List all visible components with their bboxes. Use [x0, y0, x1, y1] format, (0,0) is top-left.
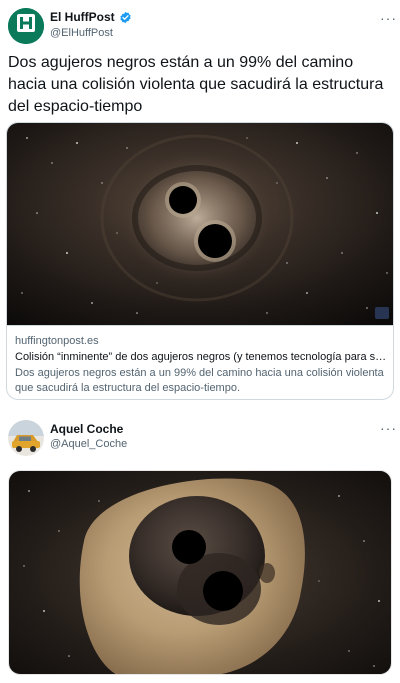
more-options-icon[interactable]: ···	[380, 420, 397, 436]
more-options-icon[interactable]: ···	[380, 10, 397, 26]
author-handle[interactable]: @Aquel_Coche	[50, 438, 127, 450]
aquel-coche-avatar[interactable]	[8, 420, 44, 456]
tweet-huffpost: El HuffPost @ElHuffPost ··· Dos agujeros…	[0, 0, 400, 412]
tweet-text: Dos agujeros negros están a un 99% del c…	[8, 54, 384, 115]
tweet-aquel-coche: Aquel Coche @Aquel_Coche ···	[0, 412, 400, 683]
huffpost-avatar[interactable]	[8, 8, 44, 44]
tweet-media[interactable]	[8, 470, 392, 675]
verified-badge-icon	[120, 11, 131, 23]
author-name[interactable]: Aquel Coche	[50, 422, 123, 436]
author-handle[interactable]: @ElHuffPost	[50, 27, 113, 39]
author-name[interactable]: El HuffPost	[50, 10, 115, 24]
card-title: Colisión “inminente” de dos agujeros neg…	[15, 351, 387, 363]
card-description: Dos agujeros negros están a un 99% del c…	[15, 367, 384, 394]
link-card[interactable]: huffingtonpost.es Colisión “inminente” d…	[6, 122, 394, 400]
huffpost-logo-icon	[8, 8, 44, 44]
card-domain: huffingtonpost.es	[15, 335, 99, 347]
car-avatar-icon	[8, 420, 44, 456]
card-meta: huffingtonpost.es Colisión “inminente” d…	[7, 325, 393, 399]
dog-nose-black-holes-image	[9, 471, 391, 674]
black-holes-image	[7, 123, 393, 325]
